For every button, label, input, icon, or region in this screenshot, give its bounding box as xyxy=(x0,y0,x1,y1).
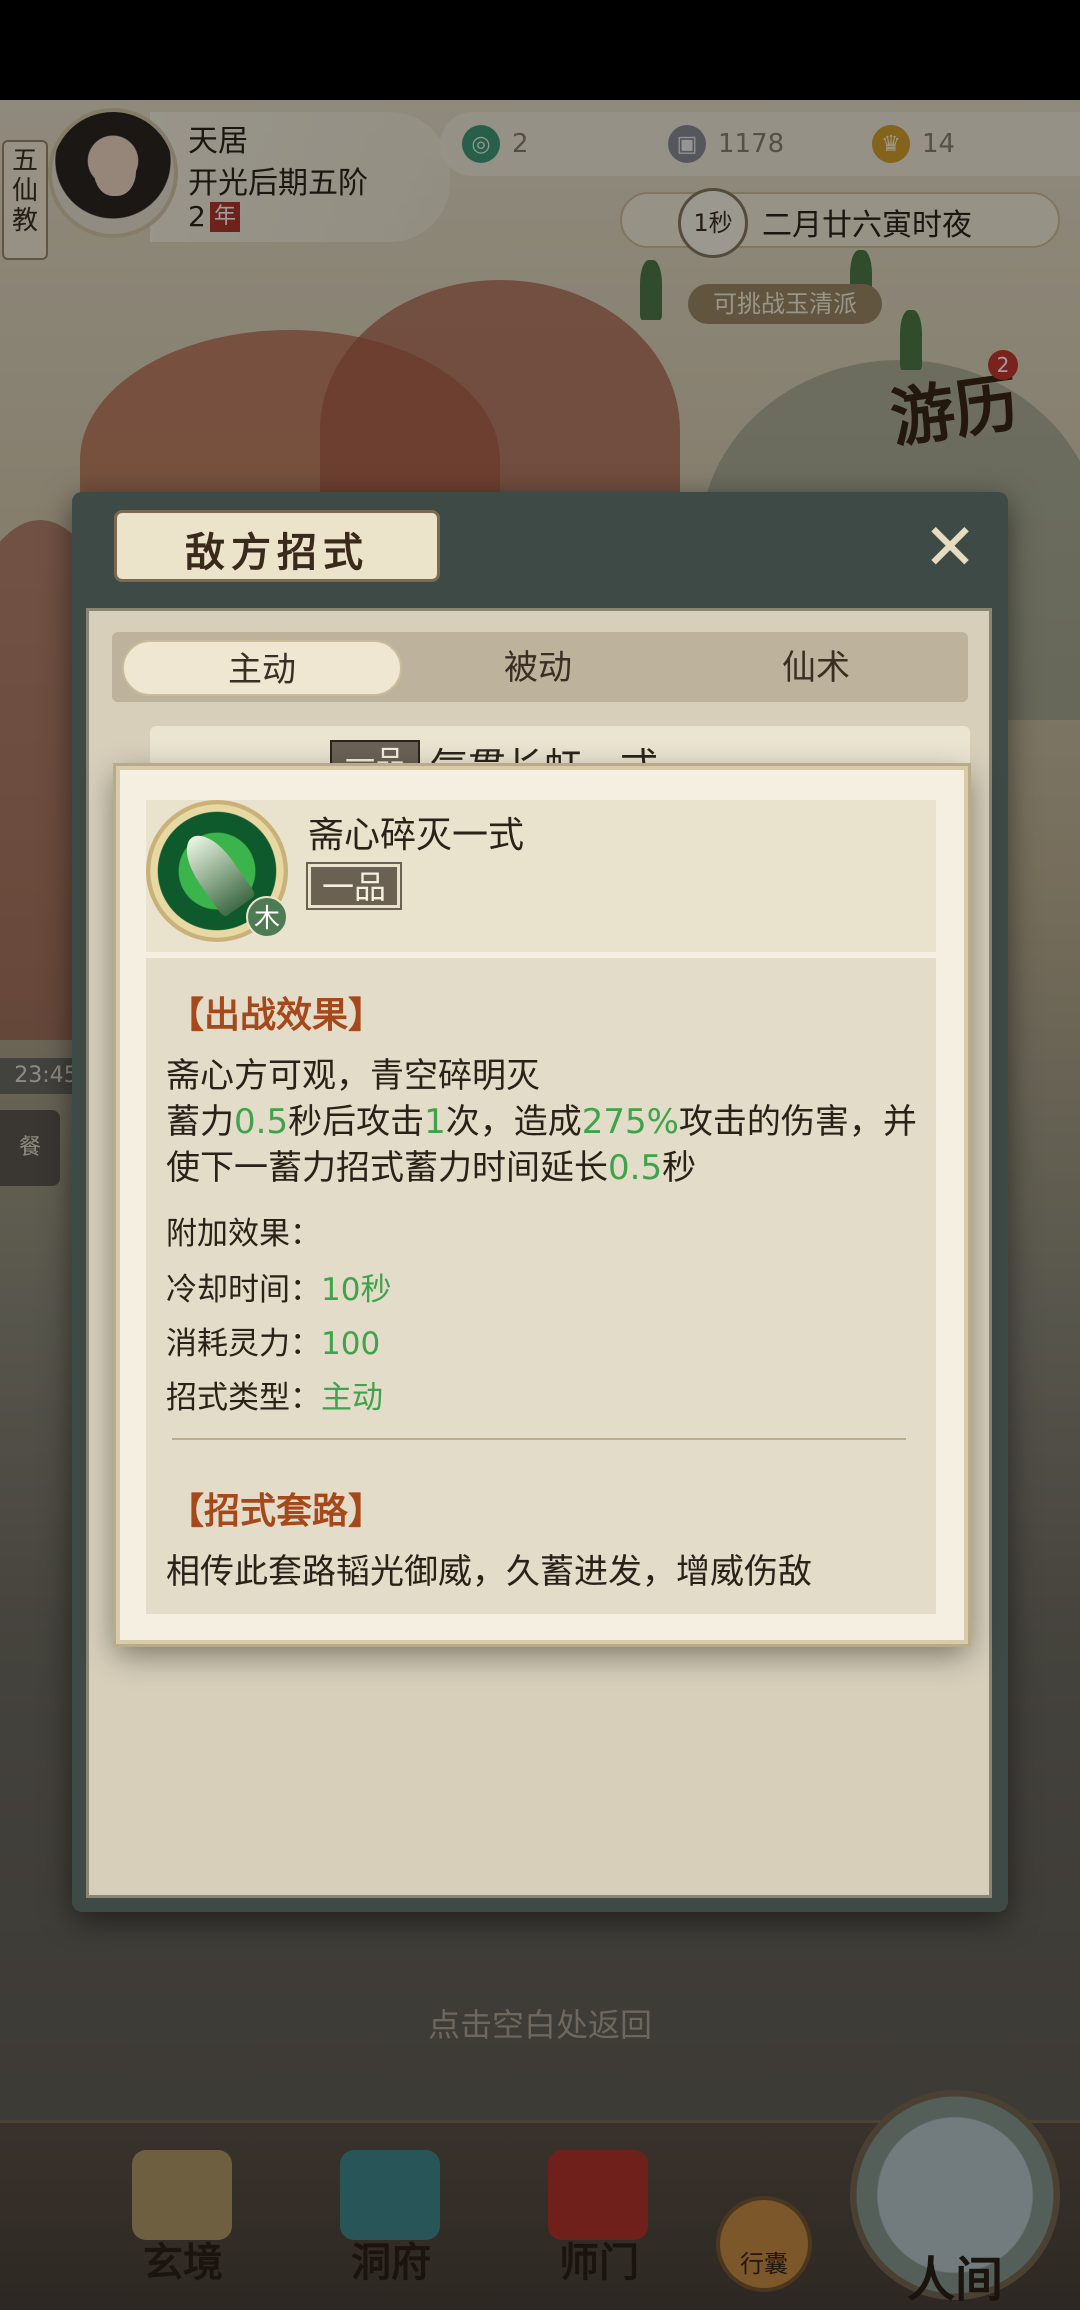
close-icon[interactable]: ✕ xyxy=(916,516,984,584)
cooldown-row: 冷却时间：10秒 xyxy=(166,1272,392,1308)
window-title: 敌方招式 xyxy=(185,529,369,576)
tab-active-moves[interactable]: 主动 xyxy=(122,640,402,696)
effect-description-line: 使下一蓄力招式蓄力时间延长0.5秒 xyxy=(166,1148,697,1188)
cost-row: 消耗灵力：100 xyxy=(166,1326,381,1362)
move-type-row: 招式类型：主动 xyxy=(166,1380,383,1416)
effect-flavor-text: 斋心方可观，青空碎明灭 xyxy=(166,1056,540,1096)
divider xyxy=(172,1438,906,1440)
skill-grade-badge: 一品 xyxy=(306,862,402,910)
skill-name: 斋心碎灭一式 xyxy=(308,815,525,856)
effect-section-title: 【出战效果】 xyxy=(168,994,385,1036)
routine-description: 相传此套路韬光御威，久蓄进发，增威伤敌 xyxy=(166,1552,812,1592)
tab-immortal-arts[interactable]: 仙术 xyxy=(676,640,956,696)
routine-section-title: 【招式套路】 xyxy=(168,1490,385,1532)
element-wood-badge: 木 xyxy=(246,896,288,938)
return-hint[interactable]: 点击空白处返回 xyxy=(0,2000,1080,2046)
status-bar-area xyxy=(0,0,1080,100)
tab-passive-moves[interactable]: 被动 xyxy=(398,640,678,696)
extra-effect-label: 附加效果： xyxy=(166,1216,321,1252)
effect-description-line: 蓄力0.5秒后攻击1次，造成275%攻击的伤害，并 xyxy=(166,1102,917,1142)
